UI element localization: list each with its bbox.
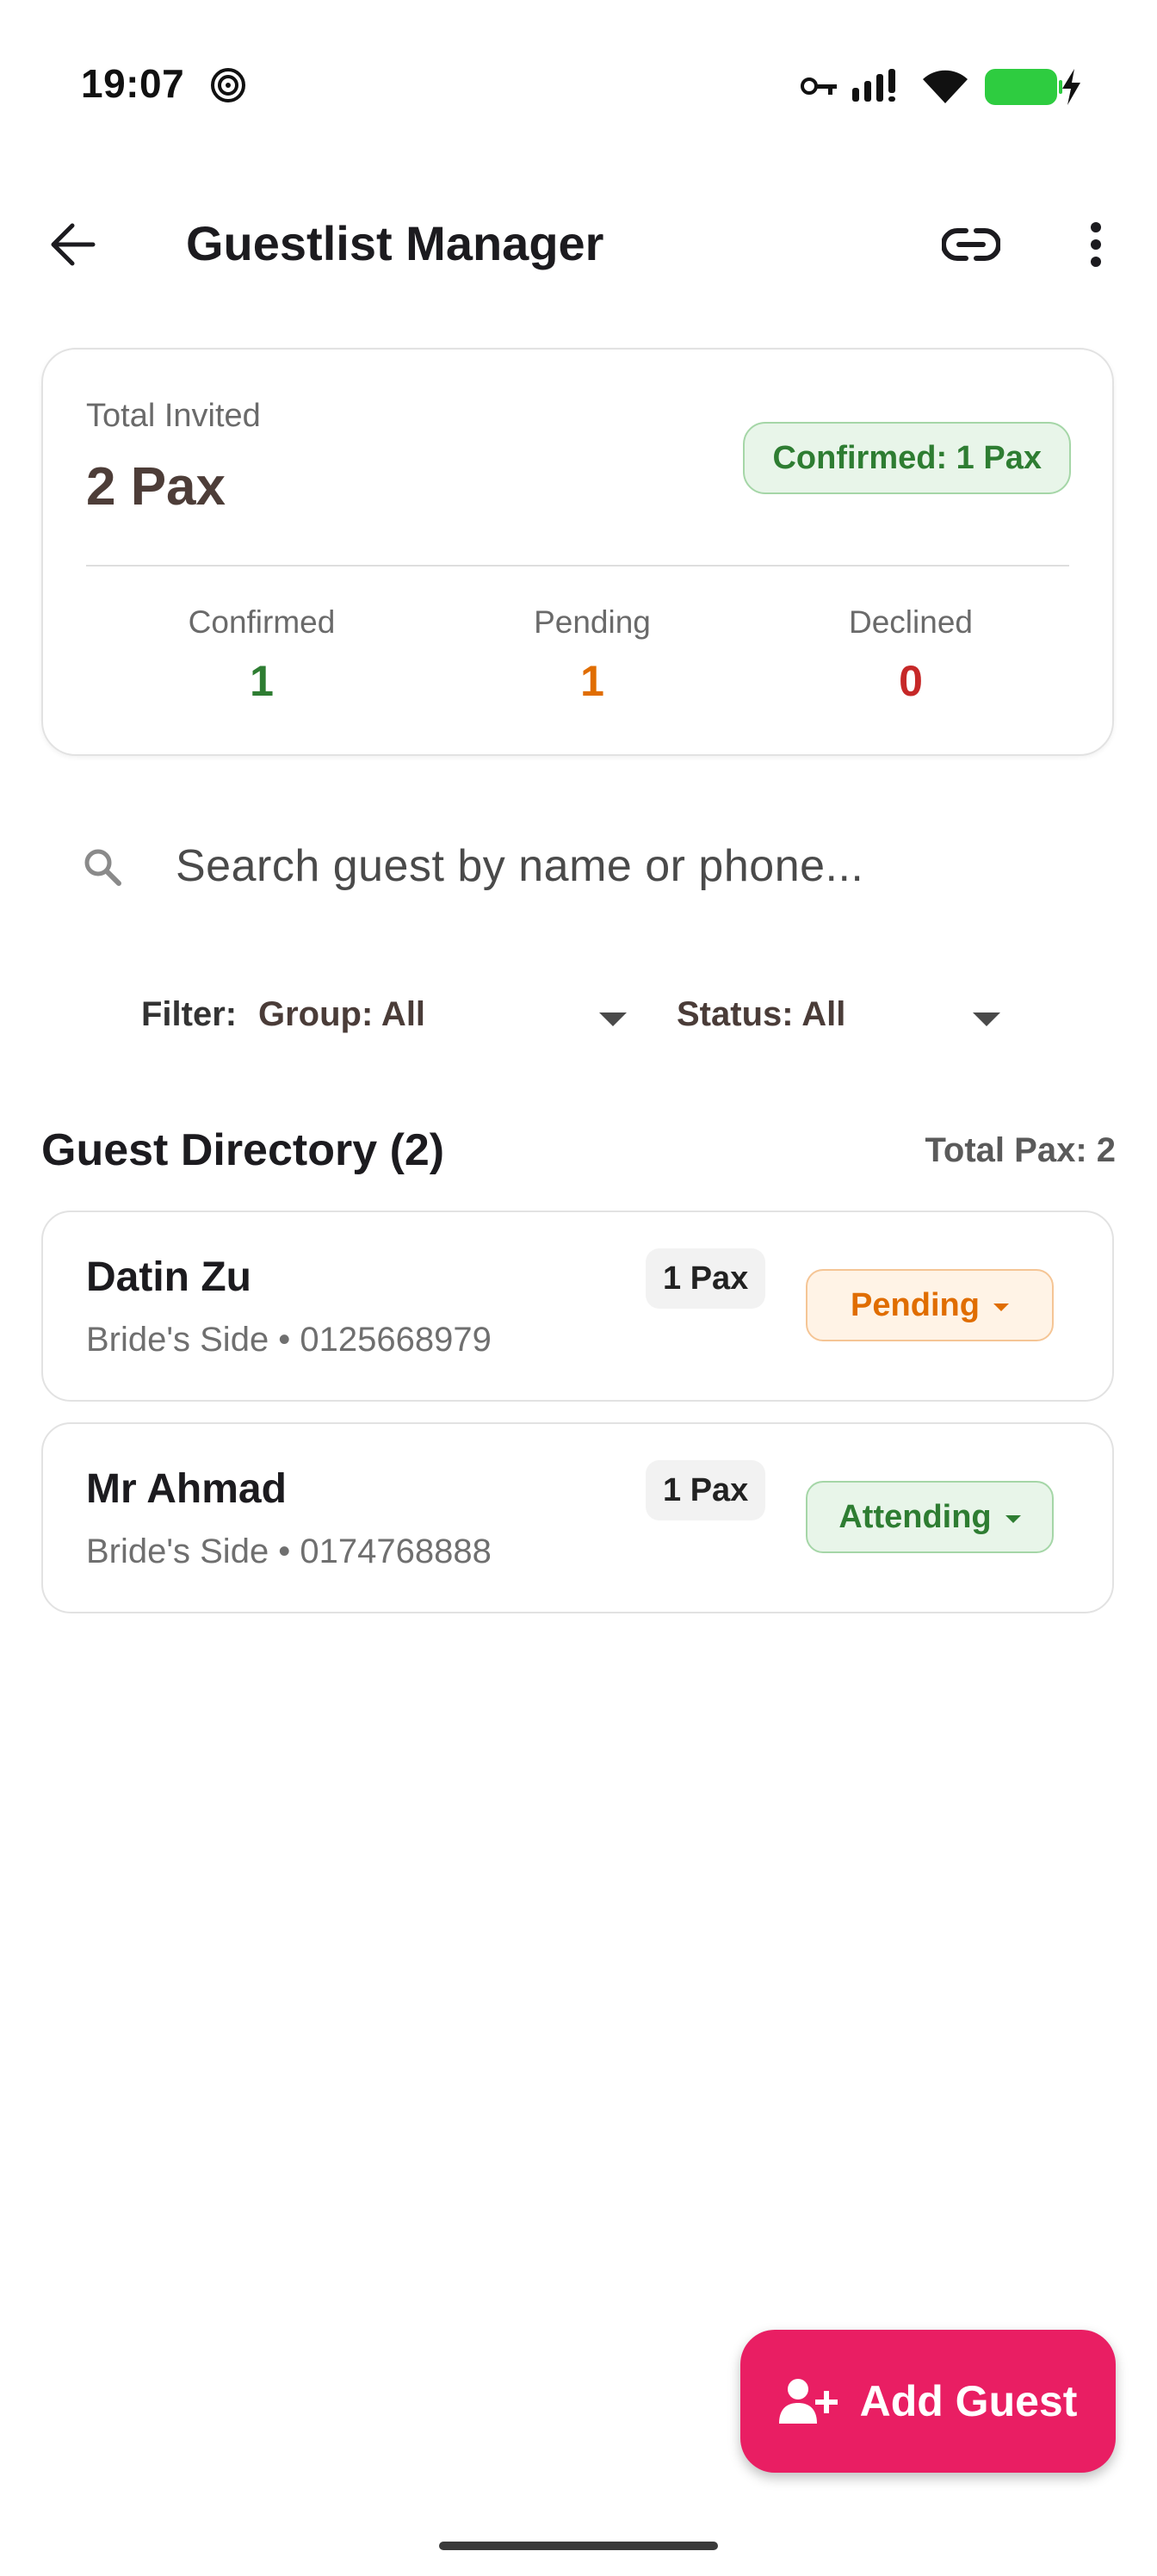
group-filter-dropdown[interactable]: Group: All xyxy=(258,981,634,1050)
filter-label: Filter: xyxy=(141,995,238,1033)
guest-name: Datin Zu xyxy=(86,1254,251,1300)
stat-label: Pending xyxy=(534,604,651,640)
total-invited-value: 2 Pax xyxy=(86,457,226,517)
status-label: Pending xyxy=(851,1286,980,1323)
person-add-icon xyxy=(778,2379,838,2424)
dropdown-arrow-icon xyxy=(599,1012,627,1026)
stat-value: 0 xyxy=(899,657,923,705)
status-dropdown[interactable]: Pending xyxy=(806,1269,1054,1341)
stat-pending: Pending 1 xyxy=(463,604,721,706)
stat-value: 1 xyxy=(250,657,274,705)
add-guest-label: Add Guest xyxy=(859,2377,1078,2425)
stat-confirmed: Confirmed 1 xyxy=(133,604,391,706)
pax-badge: 1 Pax xyxy=(646,1248,766,1309)
search-icon xyxy=(84,849,121,886)
search-input[interactable]: Search guest by name or phone... xyxy=(176,840,863,892)
guest-name: Mr Ahmad xyxy=(86,1466,287,1512)
wifi-icon xyxy=(923,70,968,103)
add-guest-button[interactable]: Add Guest xyxy=(740,2330,1116,2473)
card-divider xyxy=(86,565,1069,567)
total-pax: Total Pax: 2 xyxy=(925,1131,1116,1169)
back-arrow-icon[interactable] xyxy=(48,222,96,267)
focus-mode-icon xyxy=(211,68,245,102)
dropdown-arrow-icon xyxy=(973,1012,1000,1026)
status-filter-dropdown[interactable]: Status: All xyxy=(677,981,1004,1050)
page-title: Guestlist Manager xyxy=(186,216,604,270)
stat-label: Confirmed xyxy=(188,604,336,640)
status-time: 19:07 xyxy=(81,61,185,106)
link-icon[interactable] xyxy=(942,226,1000,263)
group-filter-value: Group: All xyxy=(258,995,426,1033)
vpn-key-icon xyxy=(801,77,837,95)
guest-card[interactable]: Datin Zu Bride's Side • 0125668979 1 Pax… xyxy=(41,1211,1114,1402)
stat-declined: Declined 0 xyxy=(782,604,1040,706)
guest-subtitle: Bride's Side • 0174768888 xyxy=(86,1533,492,1570)
status-dropdown[interactable]: Attending xyxy=(806,1481,1054,1553)
home-indicator[interactable] xyxy=(439,2542,718,2550)
guest-subtitle: Bride's Side • 0125668979 xyxy=(86,1321,492,1359)
dropdown-arrow-icon xyxy=(1005,1514,1021,1523)
more-vert-icon[interactable] xyxy=(1083,220,1109,269)
stat-label: Declined xyxy=(849,604,973,640)
pax-badge: 1 Pax xyxy=(646,1460,766,1520)
battery-charging-icon xyxy=(985,69,1080,105)
signal-icon xyxy=(852,69,895,102)
dropdown-arrow-icon xyxy=(993,1303,1009,1311)
stat-value: 1 xyxy=(580,657,604,705)
total-invited-label: Total Invited xyxy=(86,398,261,434)
confirmed-badge: Confirmed: 1 Pax xyxy=(743,422,1071,494)
search-bar[interactable]: Search guest by name or phone... xyxy=(41,809,1114,930)
guest-card[interactable]: Mr Ahmad Bride's Side • 0174768888 1 Pax… xyxy=(41,1422,1114,1613)
guest-directory-title: Guest Directory (2) xyxy=(41,1125,445,1175)
summary-card: Total Invited 2 Pax Confirmed: 1 Pax Con… xyxy=(41,348,1114,756)
status-label: Attending xyxy=(838,1498,992,1535)
status-filter-value: Status: All xyxy=(677,995,846,1033)
